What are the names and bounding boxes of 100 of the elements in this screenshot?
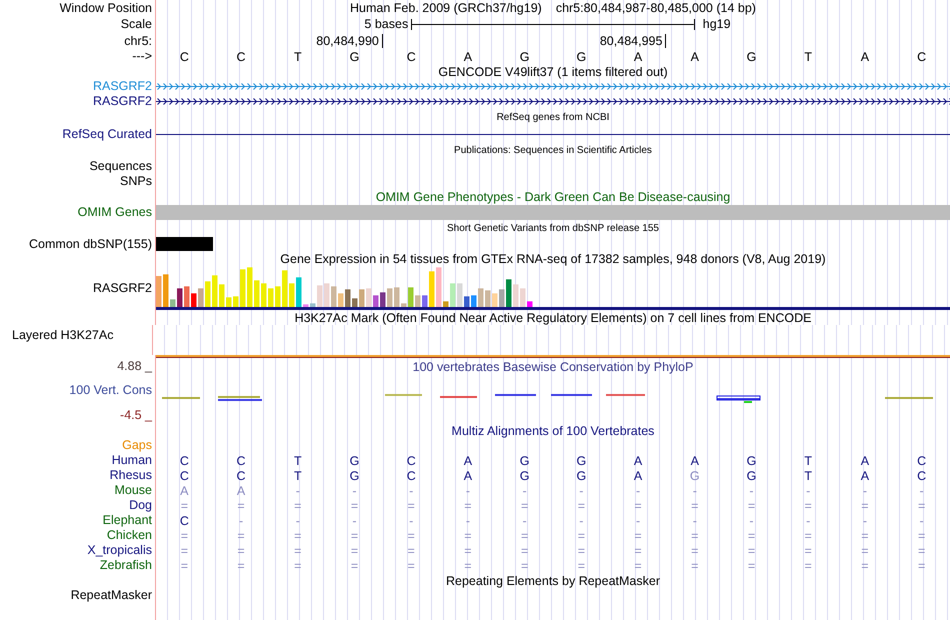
aligned-base: - xyxy=(862,484,867,498)
track-label: Sequences xyxy=(89,159,152,174)
aligned-base: = xyxy=(861,558,869,572)
aligned-base: C xyxy=(406,454,416,468)
track-label: Chicken xyxy=(106,528,152,543)
track-label: RefSeq Curated xyxy=(62,126,152,142)
aligned-base: = xyxy=(804,544,812,558)
track-caption: RefSeq genes from NCBI xyxy=(496,112,610,124)
aligned-base: = xyxy=(748,558,756,572)
aligned-base: - xyxy=(409,514,414,528)
aligned-base: - xyxy=(749,514,754,528)
track-label: RASGRF2 xyxy=(92,79,152,94)
aligned-base: = xyxy=(578,558,585,572)
track-caption: Publications: Sequences in Scientific Articles xyxy=(454,144,652,156)
aligned-base: = xyxy=(691,528,698,542)
track-label: Human xyxy=(112,453,152,468)
aligned-base: = xyxy=(464,558,472,572)
aligned-base: = xyxy=(350,498,358,512)
aligned-base: = xyxy=(918,558,926,572)
aligned-base: = xyxy=(180,528,188,542)
aligned-base: = xyxy=(237,498,245,512)
reference-base: G xyxy=(746,50,756,64)
scale-assembly: hg19 xyxy=(702,17,732,32)
assembly-name: Human Feb. 2009 (GRCh37/hg19) xyxy=(350,0,542,16)
aligned-base: T xyxy=(294,468,302,482)
aligned-base: - xyxy=(296,514,300,528)
aligned-base: G xyxy=(350,468,360,482)
aligned-base: T xyxy=(804,454,812,468)
reference-base: C xyxy=(406,50,416,64)
aligned-base: - xyxy=(920,514,924,528)
track-label: RepeatMasker xyxy=(70,588,152,603)
aligned-base: = xyxy=(520,544,528,558)
reference-base: C xyxy=(236,50,246,64)
aligned-base: A xyxy=(634,454,642,468)
track-label: Common dbSNP(155) xyxy=(29,236,152,252)
track-label: RASGRF2 xyxy=(92,280,152,296)
aligned-base: A xyxy=(464,468,472,482)
reference-base: T xyxy=(804,50,812,64)
aligned-base: = xyxy=(294,544,302,558)
aligned-base: = xyxy=(464,528,472,542)
aligned-base: A xyxy=(860,468,870,482)
aligned-base: - xyxy=(806,484,810,498)
track-title: GENCODE V49lift37 (1 items filtered out) xyxy=(438,64,668,79)
reference-base: C xyxy=(180,50,189,64)
aligned-base: C xyxy=(180,454,189,468)
aligned-base: G xyxy=(576,468,586,482)
aligned-base: G xyxy=(520,468,530,482)
aligned-base: - xyxy=(522,484,527,498)
aligned-base: = xyxy=(748,498,756,512)
aligned-base: - xyxy=(749,484,754,498)
aligned-base: - xyxy=(579,514,584,528)
aligned-base: = xyxy=(237,528,245,542)
track-label: Elephant xyxy=(102,513,152,528)
aligned-base: = xyxy=(634,558,642,572)
aligned-base: = xyxy=(918,528,926,542)
reference-base: G xyxy=(576,50,586,64)
window-position: chr5:80,484,987-80,485,000 (14 bp) xyxy=(556,0,756,16)
track-label: Zebrafish xyxy=(100,558,152,573)
snp-block xyxy=(156,237,213,251)
aligned-base: C xyxy=(917,468,926,482)
aligned-base: A xyxy=(464,454,472,468)
reference-base: T xyxy=(294,50,302,64)
aligned-base: G xyxy=(520,454,530,468)
aligned-base: = xyxy=(520,498,528,512)
aligned-base: = xyxy=(804,498,812,512)
aligned-base: = xyxy=(634,528,642,542)
aligned-base: = xyxy=(861,528,869,542)
aligned-base: - xyxy=(862,514,867,528)
aligned-base: - xyxy=(409,484,414,498)
aligned-base: G xyxy=(576,454,586,468)
aligned-base: = xyxy=(180,498,188,512)
track-title: H3K27Ac Mark (Often Found Near Active Regulatory Elements) on 7 cell lines from ENCODE xyxy=(294,310,812,325)
aligned-base: = xyxy=(350,528,358,542)
aligned-base: G xyxy=(690,468,700,482)
aligned-base: - xyxy=(238,514,244,528)
aligned-base: C xyxy=(236,454,246,468)
aligned-base: = xyxy=(578,528,585,542)
coordinate-tick: 80,484,990 xyxy=(316,34,383,48)
row-label: ---> xyxy=(132,49,152,64)
aligned-base: = xyxy=(691,498,698,512)
aligned-base: - xyxy=(692,484,697,498)
aligned-base: = xyxy=(918,544,926,558)
aligned-base: A xyxy=(860,454,870,468)
aligned-base: A xyxy=(236,484,246,498)
scale-text: 5 bases xyxy=(364,17,410,32)
aligned-base: C xyxy=(406,468,416,482)
track-label: X_tropicalis xyxy=(87,543,152,558)
aligned-base: = xyxy=(408,558,415,572)
aligned-base: - xyxy=(522,514,527,528)
aligned-base: - xyxy=(466,484,470,498)
aligned-base: = xyxy=(520,558,528,572)
aligned-base: = xyxy=(520,528,528,542)
aligned-base: = xyxy=(237,558,245,572)
track-label: Mouse xyxy=(114,483,152,498)
aligned-base: = xyxy=(180,558,188,572)
track-label: Dog xyxy=(129,498,152,513)
row-label: chr5: xyxy=(124,34,152,48)
reference-base: C xyxy=(917,50,926,64)
aligned-base: = xyxy=(748,544,756,558)
aligned-base: G xyxy=(746,454,756,468)
